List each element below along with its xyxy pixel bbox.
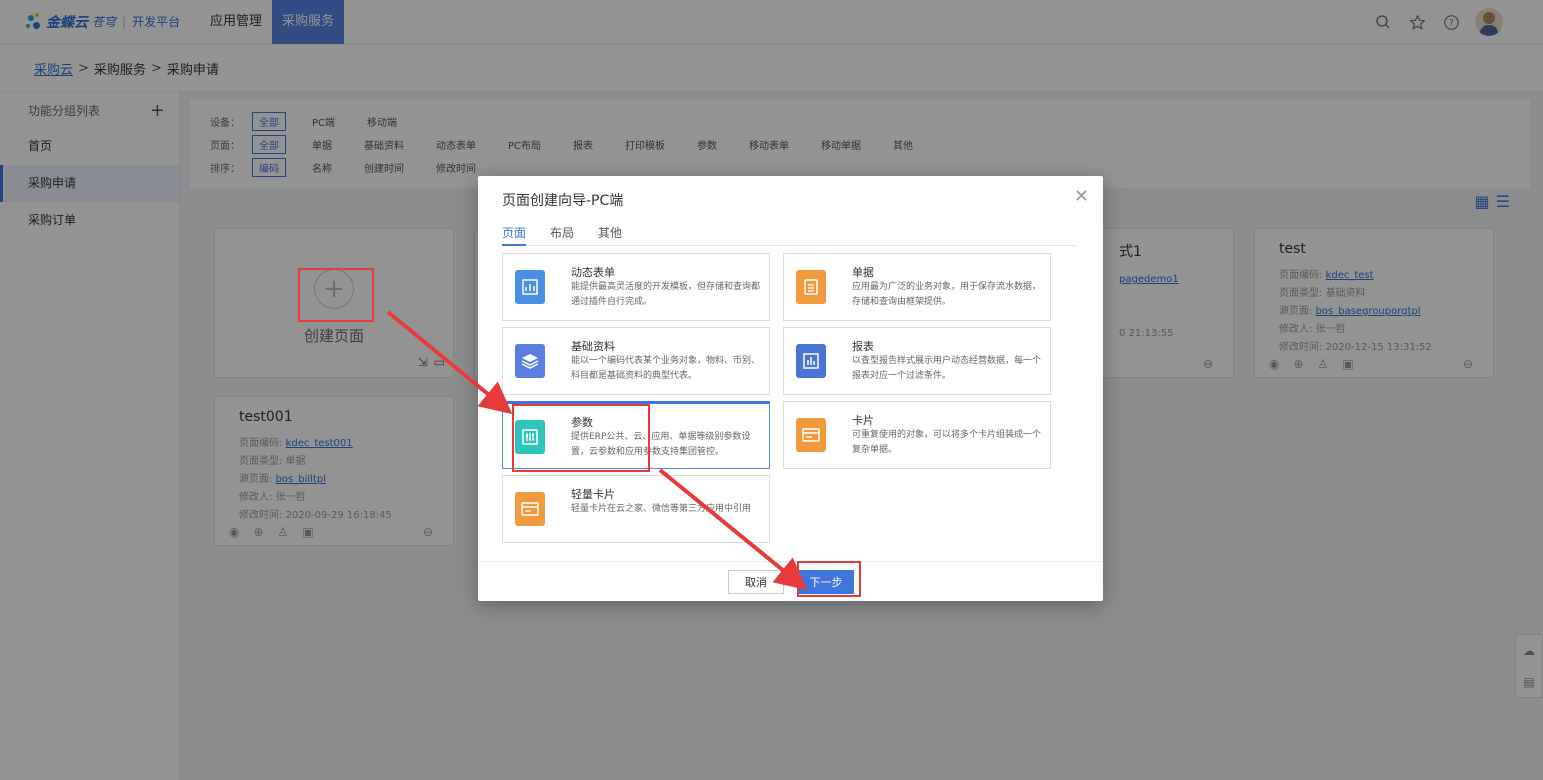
dialog-title: 页面创建向导-PC端 [502, 193, 624, 209]
tile-report[interactable]: 报表 以查型报告样式展示用户动态经营数据，每一个报表对应一个过滤条件。 [783, 327, 1051, 395]
tile-desc: 能提供最高灵活度的开发模板，但存储和查询都通过插件自行完成。 [571, 282, 761, 307]
tile-name: 单据 [852, 266, 874, 279]
dynamic-form-icon [515, 270, 545, 304]
tile-desc: 能以一个编码代表某个业务对象，物料、币别、科目都是基础资料的典型代表。 [571, 356, 761, 381]
tab-layout[interactable]: 布局 [550, 224, 574, 246]
tile-desc: 以查型报告样式展示用户动态经营数据，每一个报表对应一个过滤条件。 [852, 356, 1042, 381]
card-icon [796, 418, 826, 452]
tile-light-card[interactable]: 轻量卡片 轻量卡片在云之家、微信等第三方应用中引用 [502, 475, 770, 543]
tile-desc: 轻量卡片在云之家、微信等第三方应用中引用 [571, 504, 752, 514]
tile-name: 报表 [852, 340, 874, 353]
highlight-box-parameter [512, 404, 650, 472]
tile-desc: 可重复使用的对象，可以将多个卡片组装成一个复杂单据。 [852, 430, 1042, 455]
highlight-box-create [298, 268, 374, 322]
tile-name: 基础资料 [571, 340, 615, 353]
tile-name: 卡片 [852, 414, 874, 427]
tile-bill[interactable]: 单据 应用最为广泛的业务对象，用于保存流水数据，存储和查询由框架提供。 [783, 253, 1051, 321]
tab-other[interactable]: 其他 [598, 224, 622, 246]
tile-desc: 应用最为广泛的业务对象，用于保存流水数据，存储和查询由框架提供。 [852, 282, 1042, 307]
highlight-box-next [797, 561, 861, 597]
tile-dynamic-form[interactable]: 动态表单 能提供最高灵活度的开发模板，但存储和查询都通过插件自行完成。 [502, 253, 770, 321]
tile-name: 动态表单 [571, 266, 615, 279]
tile-card[interactable]: 卡片 可重复使用的对象，可以将多个卡片组装成一个复杂单据。 [783, 401, 1051, 469]
dialog-tabs: 页面 布局 其他 [502, 224, 1078, 246]
layers-icon [515, 344, 545, 378]
page-creation-wizard-dialog: 页面创建向导-PC端 ✕ 页面 布局 其他 动态表单 能提供最高灵活度的开发模板… [478, 176, 1103, 601]
cancel-button[interactable]: 取消 [728, 570, 784, 594]
close-icon[interactable]: ✕ [1074, 186, 1089, 207]
report-icon [796, 344, 826, 378]
tile-name: 轻量卡片 [571, 488, 615, 501]
dialog-footer: 取消 下一步 [478, 561, 1103, 601]
bill-icon [796, 270, 826, 304]
light-card-icon [515, 492, 545, 526]
tile-basic-data[interactable]: 基础资料 能以一个编码代表某个业务对象，物料、币别、科目都是基础资料的典型代表。 [502, 327, 770, 395]
tab-page[interactable]: 页面 [502, 224, 527, 246]
